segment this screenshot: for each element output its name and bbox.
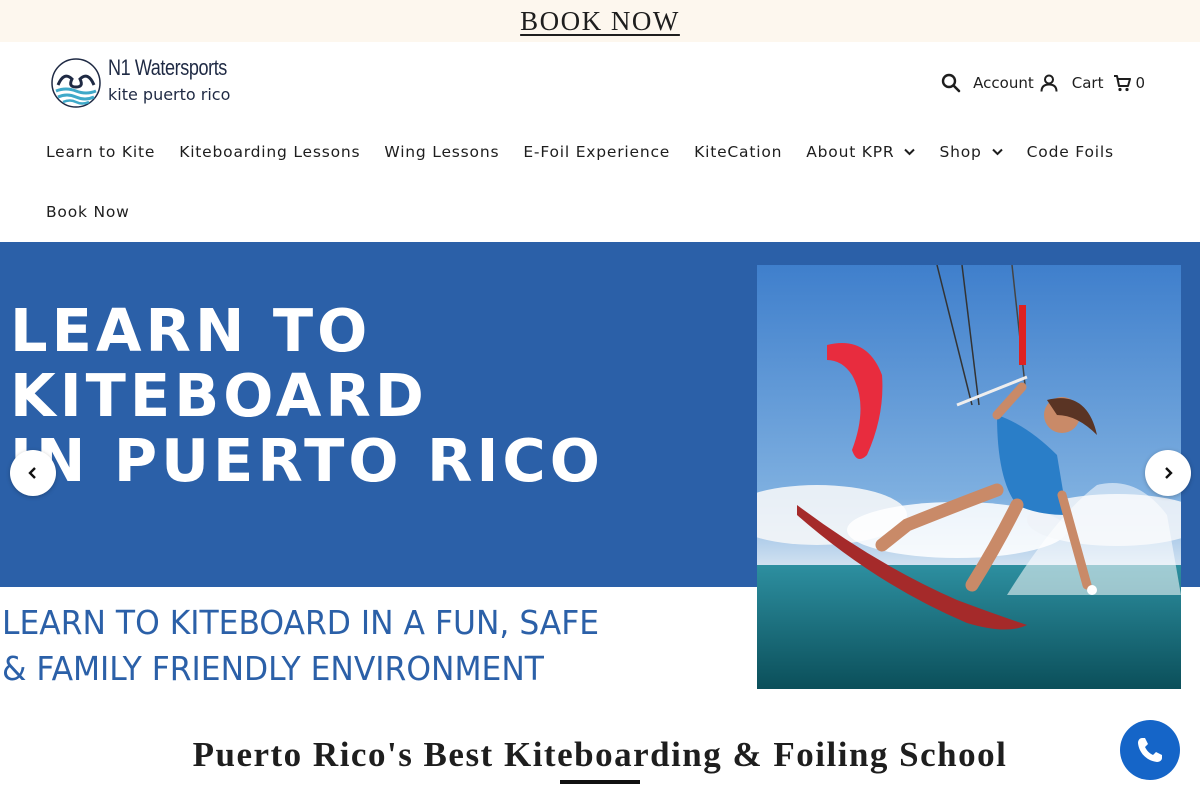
section-title-underline — [560, 780, 640, 784]
nav-item-label: About KPR — [806, 143, 895, 161]
slideshow-next-button[interactable] — [1145, 450, 1191, 496]
hero-tagline: LEARN TO KITEBOARD IN A FUN, SAFE & FAMI… — [2, 600, 599, 692]
cart-icon[interactable] — [1113, 74, 1132, 92]
logo-brand-text: N1 Watersports — [108, 55, 227, 80]
nav-item-label: Kiteboarding Lessons — [179, 143, 361, 161]
hero-headline-line: IN PUERTO RICO — [10, 426, 604, 495]
nav-item-kiteboarding-lessons[interactable]: Kiteboarding Lessons — [179, 143, 360, 161]
chevron-down-icon — [904, 148, 916, 156]
nav-item-label: Shop — [939, 143, 982, 161]
nav-item-learn-to-kite[interactable]: Learn to Kite — [46, 143, 155, 161]
chevron-left-icon — [28, 467, 36, 479]
nav-item-label: Code Foils — [1026, 143, 1114, 161]
phone-icon — [1138, 738, 1162, 762]
logo-wave-icon — [51, 58, 101, 108]
account-link[interactable]: Account — [973, 74, 1034, 92]
nav-item-label: Learn to Kite — [46, 143, 156, 161]
cart-link[interactable]: Cart — [1072, 74, 1104, 92]
logo-sub-text: kite puerto rico — [108, 85, 231, 104]
user-icon[interactable] — [1040, 74, 1058, 92]
nav-item-code-foils[interactable]: Code Foils — [1027, 143, 1114, 161]
hero-headline-line: KITEBOARD — [10, 361, 428, 430]
kiteboarder-photo — [757, 265, 1181, 689]
call-button[interactable] — [1120, 720, 1180, 780]
hero-headline-line: LEARN TO — [10, 296, 372, 365]
nav-item-label: Book Now — [46, 203, 130, 221]
hero-tagline-line: & FAMILY FRIENDLY ENVIRONMENT — [2, 649, 544, 688]
hero-tagline-line: LEARN TO KITEBOARD IN A FUN, SAFE — [2, 603, 600, 642]
nav-item-shop[interactable]: Shop — [939, 143, 1003, 161]
search-icon[interactable] — [941, 73, 961, 93]
nav-item-efoil-experience[interactable]: E-Foil Experience — [523, 143, 670, 161]
announcement-bar: BOOK NOW — [0, 0, 1200, 42]
main-nav: Learn to Kite Kiteboarding Lessons Wing … — [46, 140, 1146, 221]
nav-item-label: Wing Lessons — [384, 143, 500, 161]
chevron-right-icon — [1165, 467, 1173, 479]
nav-item-about-kpr[interactable]: About KPR — [806, 143, 916, 161]
nav-item-label: E-Foil Experience — [523, 143, 671, 161]
site-logo[interactable]: N1 Watersports kite puerto rico — [50, 55, 250, 110]
nav-item-wing-lessons[interactable]: Wing Lessons — [384, 143, 499, 161]
hero-slideshow: LEARN TO KITEBOARD IN PUERTO RICO LEARN … — [0, 242, 1200, 700]
cart-count: 0 — [1135, 74, 1145, 92]
nav-item-book-now[interactable]: Book Now — [46, 203, 130, 221]
slideshow-prev-button[interactable] — [10, 450, 56, 496]
section-title: Puerto Rico's Best Kiteboarding & Foilin… — [192, 735, 1008, 774]
nav-item-kitecation[interactable]: KiteCation — [694, 143, 782, 161]
nav-item-label: KiteCation — [694, 143, 783, 161]
header-actions: Account Cart 0 — [941, 71, 1145, 95]
book-now-link[interactable]: BOOK NOW — [520, 6, 680, 37]
chevron-down-icon — [991, 148, 1003, 156]
hero-headline: LEARN TO KITEBOARD IN PUERTO RICO — [10, 298, 604, 493]
